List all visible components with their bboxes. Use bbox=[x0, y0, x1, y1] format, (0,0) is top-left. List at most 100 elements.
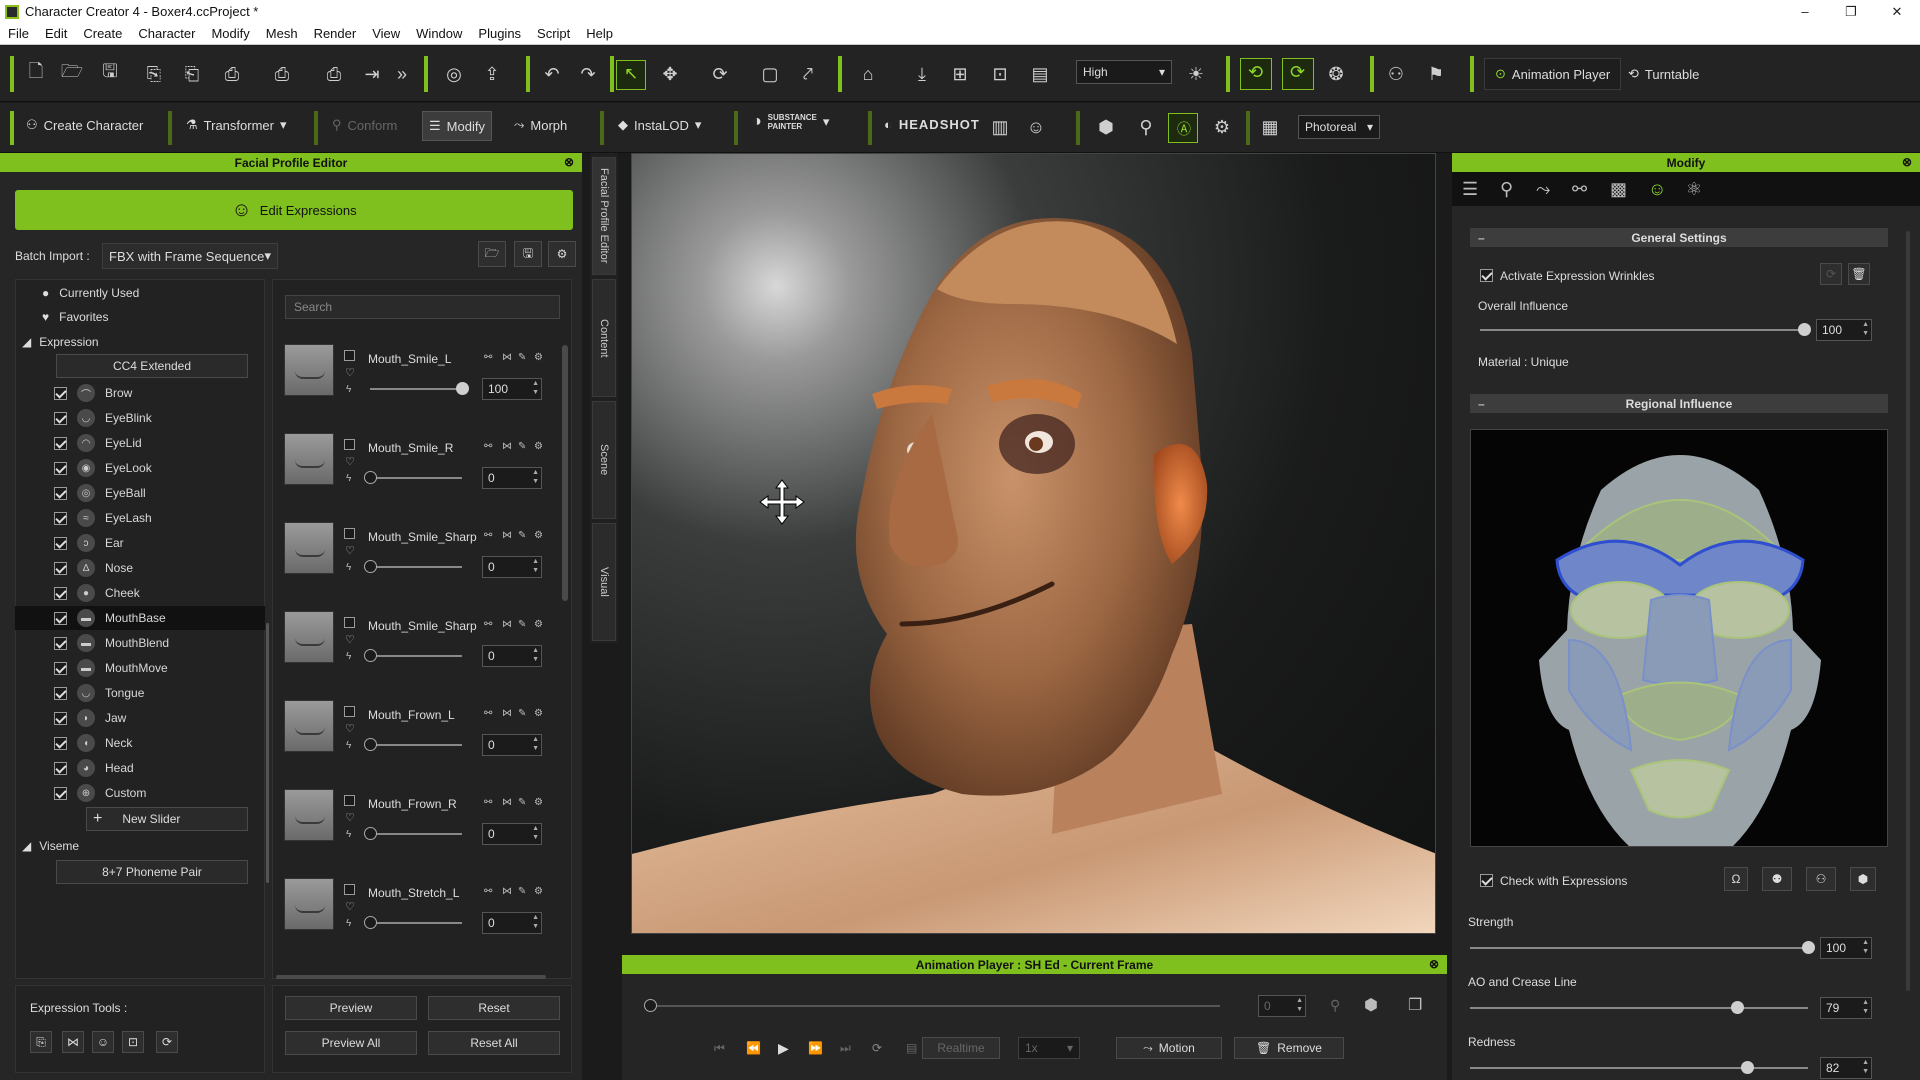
skin-icon[interactable]: ⬢ bbox=[1092, 113, 1120, 141]
link-icon[interactable]: ⚯ bbox=[484, 530, 492, 541]
morph-value-input[interactable]: 0 ▲ ▼ bbox=[482, 912, 542, 934]
skip-start-icon[interactable]: ⏮ bbox=[714, 1041, 725, 1056]
splitter-handle[interactable] bbox=[266, 623, 269, 883]
link-icon[interactable]: ⚯ bbox=[484, 708, 492, 719]
heart-icon[interactable]: ♡ bbox=[345, 455, 355, 468]
check-with-expressions-checkbox[interactable] bbox=[1480, 874, 1493, 887]
lightning-icon[interactable]: ϟ bbox=[346, 740, 351, 751]
physics-toggle-button[interactable]: ⟳ bbox=[1282, 58, 1314, 90]
morph-checkbox[interactable] bbox=[344, 884, 355, 895]
headshot-button[interactable]: ◐ HEADSHOT bbox=[884, 117, 980, 132]
delete-button[interactable]: 🗑 bbox=[1848, 263, 1870, 285]
general-settings-header[interactable]: – General Settings bbox=[1470, 228, 1888, 247]
heart-icon[interactable]: ♡ bbox=[345, 544, 355, 557]
gear-icon[interactable]: ⚙ bbox=[534, 886, 543, 897]
move-icon[interactable]: ✥ bbox=[656, 60, 684, 88]
frame-input[interactable]: 0 ▲ ▼ bbox=[1258, 995, 1306, 1017]
lightning-icon[interactable]: ϟ bbox=[346, 384, 351, 395]
category-checkbox[interactable] bbox=[54, 636, 67, 650]
morph-slider[interactable] bbox=[364, 916, 462, 929]
more-icon[interactable]: » bbox=[388, 60, 416, 88]
mirror-icon[interactable]: ⋈ bbox=[502, 886, 512, 897]
timeline-slider[interactable] bbox=[644, 999, 1220, 1012]
frame-selected-icon[interactable]: ⊞ bbox=[946, 60, 974, 88]
slider-knob[interactable] bbox=[1802, 941, 1815, 954]
person-icon[interactable]: ⚲ bbox=[1330, 997, 1340, 1014]
slider-knob[interactable] bbox=[364, 738, 377, 751]
lightning-icon[interactable]: ϟ bbox=[346, 562, 351, 573]
layers-icon[interactable]: ▤ bbox=[1026, 60, 1054, 88]
menu-modify[interactable]: Modify bbox=[203, 26, 257, 41]
spinner-icon[interactable]: ▲ ▼ bbox=[1862, 938, 1869, 956]
menu-window[interactable]: Window bbox=[408, 26, 470, 41]
category-checkbox[interactable] bbox=[54, 536, 67, 550]
morph-value-input[interactable]: 0 ▲ ▼ bbox=[482, 823, 542, 845]
redness-input[interactable]: 82 ▲ ▼ bbox=[1820, 1057, 1872, 1079]
menu-mesh[interactable]: Mesh bbox=[258, 26, 306, 41]
morph-value-input[interactable]: 0 ▲ ▼ bbox=[482, 645, 542, 667]
heart-icon[interactable]: ♡ bbox=[345, 811, 355, 824]
usd-export-icon[interactable]: ⎙ bbox=[320, 60, 348, 88]
calendar-icon[interactable]: ▦ bbox=[1256, 113, 1284, 141]
pose-icon[interactable]: ⚲ bbox=[1500, 179, 1513, 200]
ao-crease-slider[interactable] bbox=[1470, 1001, 1808, 1014]
morph-checkbox[interactable] bbox=[344, 795, 355, 806]
edit-icon[interactable]: ✎ bbox=[518, 352, 526, 363]
lightning-icon[interactable]: ϟ bbox=[346, 918, 351, 929]
category-row[interactable]: ⊕ Custom bbox=[54, 781, 264, 805]
category-checkbox[interactable] bbox=[54, 411, 67, 425]
head-view-button[interactable]: Ω bbox=[1724, 867, 1748, 891]
link-icon[interactable]: ⚯ bbox=[484, 797, 492, 808]
category-checkbox[interactable] bbox=[54, 386, 67, 400]
upload-icon[interactable]: ⇪ bbox=[478, 60, 506, 88]
minimize-button[interactable]: – bbox=[1782, 4, 1828, 20]
morph-list-scrollbar[interactable] bbox=[562, 345, 568, 601]
drop-to-floor-icon[interactable]: ⤓ bbox=[908, 60, 936, 88]
close-icon[interactable]: ⊗ bbox=[1902, 155, 1912, 169]
horizontal-scrollbar[interactable] bbox=[276, 975, 546, 979]
spinner-icon[interactable]: ▲ ▼ bbox=[1862, 320, 1869, 338]
slider-knob[interactable] bbox=[364, 916, 377, 929]
category-checkbox[interactable] bbox=[54, 486, 67, 500]
select-tool-button[interactable]: ↖ bbox=[616, 60, 646, 90]
wrinkles-checkbox[interactable] bbox=[1480, 269, 1493, 282]
menu-plugins[interactable]: Plugins bbox=[470, 26, 529, 41]
edit-icon[interactable]: ✎ bbox=[518, 619, 526, 630]
heart-icon[interactable]: ♡ bbox=[345, 722, 355, 735]
heart-icon[interactable]: ♡ bbox=[345, 633, 355, 646]
gear-icon[interactable]: ⚙ bbox=[534, 352, 543, 363]
spinner-icon[interactable]: ▲ ▼ bbox=[532, 468, 539, 486]
category-row[interactable]: ▬ MouthMove bbox=[54, 656, 264, 680]
category-row[interactable]: ◉ EyeLook bbox=[54, 456, 264, 480]
auto-setup-button[interactable]: Ⓐ bbox=[1168, 113, 1198, 143]
fbx-export-icon[interactable]: ⎙ bbox=[268, 60, 296, 88]
face-view-button[interactable]: ⚉ bbox=[1762, 867, 1792, 891]
settings-button[interactable]: ⚙ bbox=[548, 241, 576, 267]
slider-knob[interactable] bbox=[364, 827, 377, 840]
reset-all-button[interactable]: Reset All bbox=[428, 1031, 560, 1055]
mirror-icon[interactable]: ⋈ bbox=[502, 530, 512, 541]
morph-value-input[interactable]: 0 ▲ ▼ bbox=[482, 734, 542, 756]
preview-all-button[interactable]: Preview All bbox=[285, 1031, 417, 1055]
regional-influence-map[interactable] bbox=[1470, 429, 1888, 847]
turntable-button[interactable]: ⟲ Turntable bbox=[1622, 58, 1705, 90]
obj-export-icon[interactable]: ⎙ bbox=[218, 60, 246, 88]
category-checkbox[interactable] bbox=[54, 686, 67, 700]
mirror-icon[interactable]: ⋈ bbox=[502, 352, 512, 363]
ik-toggle-button[interactable]: ⟲ bbox=[1240, 58, 1272, 90]
rotate-icon[interactable]: ⟳ bbox=[706, 60, 734, 88]
morph-slider[interactable] bbox=[364, 738, 462, 751]
head-icon[interactable]: ☺ bbox=[1022, 113, 1050, 141]
3d-viewport[interactable] bbox=[631, 153, 1436, 934]
atom-icon[interactable]: ⚛ bbox=[1686, 179, 1702, 200]
conform-button[interactable]: ⚲ Conform bbox=[332, 117, 397, 133]
inspect-icon[interactable]: ⚲ bbox=[1132, 113, 1160, 141]
morph-icon[interactable]: ⤳ bbox=[1536, 179, 1550, 200]
sliders-icon[interactable]: ☰ bbox=[1462, 179, 1478, 200]
menu-file[interactable]: File bbox=[0, 26, 37, 41]
render-mode-dropdown[interactable]: Photoreal ▾ bbox=[1298, 115, 1380, 139]
morph-slider[interactable] bbox=[364, 827, 462, 840]
refresh-button[interactable]: ⟳ bbox=[1820, 263, 1842, 285]
category-checkbox[interactable] bbox=[54, 661, 67, 675]
box-icon[interactable]: ⬢ bbox=[1364, 995, 1378, 1015]
